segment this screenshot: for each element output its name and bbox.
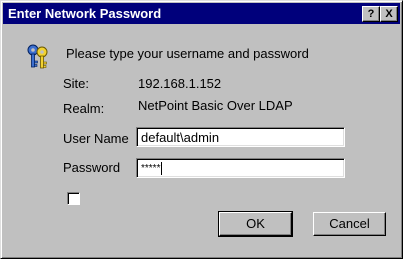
network-password-dialog: Enter Network Password ? X Please type y… xyxy=(0,0,403,259)
password-label: Password xyxy=(63,160,121,175)
window-title: Enter Network Password xyxy=(8,6,162,21)
save-password-checkbox[interactable] xyxy=(67,192,80,205)
help-button[interactable]: ? xyxy=(362,6,380,22)
username-label: User Name xyxy=(63,131,129,146)
password-value: ***** xyxy=(141,163,161,174)
site-value: 192.168.1.152 xyxy=(138,76,222,91)
username-field[interactable]: default\admin xyxy=(136,127,345,147)
realm-label: Realm: xyxy=(63,101,105,116)
password-field[interactable]: ***** xyxy=(136,158,345,178)
instruction-text: Please type your username and password xyxy=(66,46,309,61)
close-button[interactable]: X xyxy=(380,6,398,22)
ok-button[interactable]: OK xyxy=(218,211,293,237)
username-value: default\admin xyxy=(141,130,220,145)
keys-icon xyxy=(27,44,48,69)
realm-value: NetPoint Basic Over LDAP xyxy=(138,98,293,113)
site-label: Site: xyxy=(63,76,90,91)
title-bar[interactable]: Enter Network Password ? X xyxy=(3,3,400,24)
cancel-button[interactable]: Cancel xyxy=(313,212,386,236)
text-caret xyxy=(161,162,163,175)
